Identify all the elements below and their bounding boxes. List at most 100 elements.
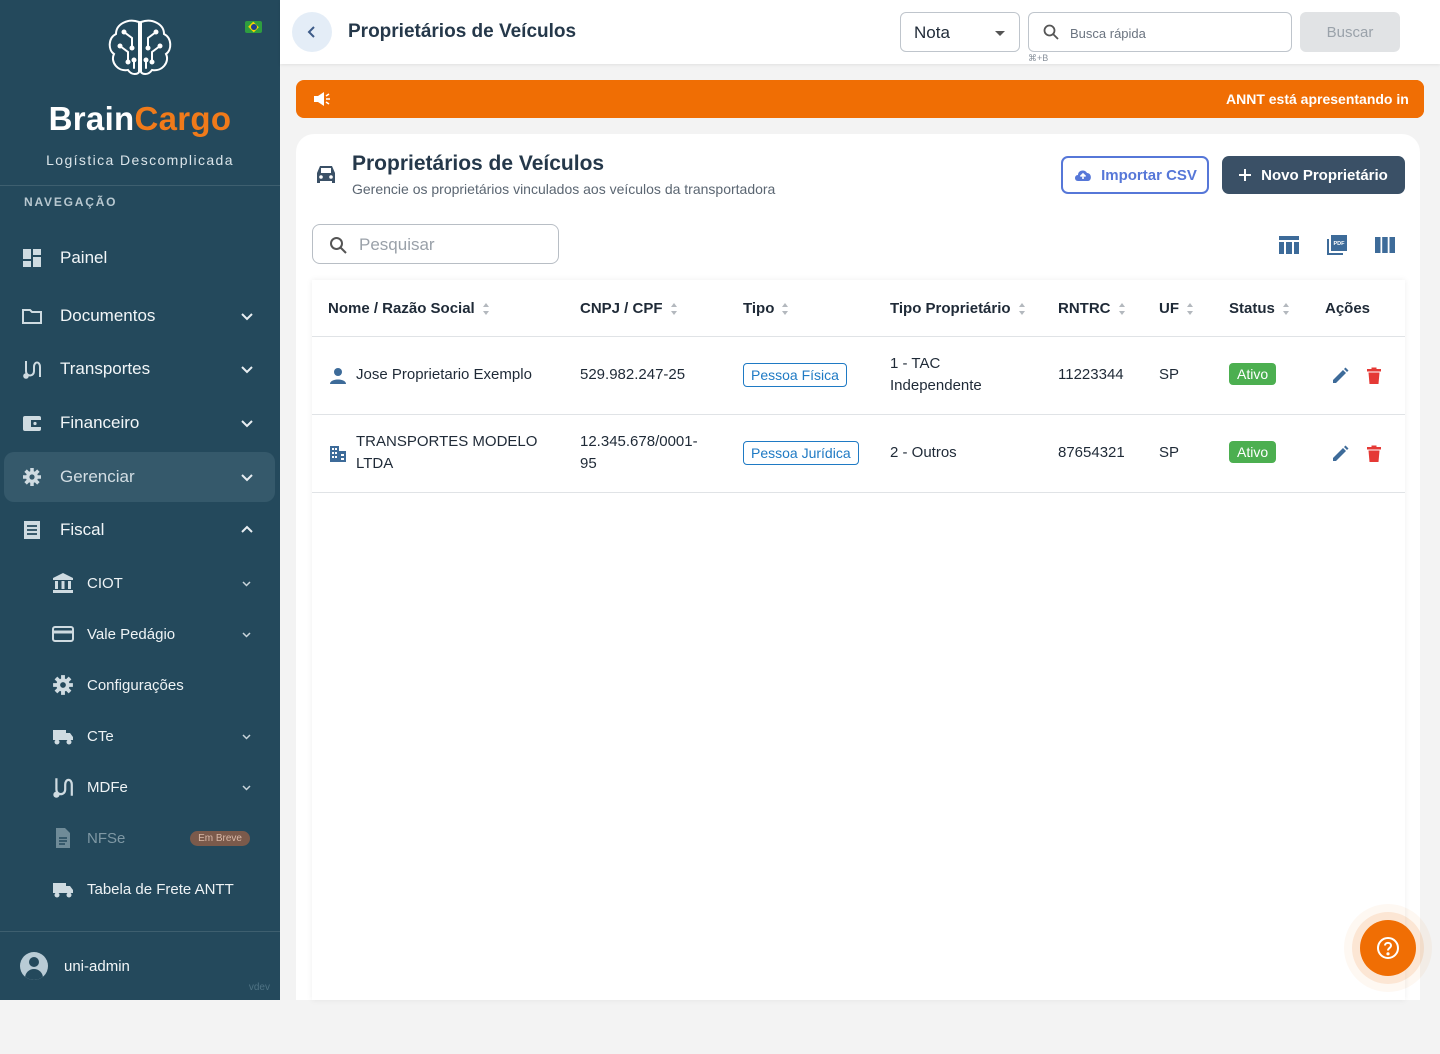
announcement-text: ANNT está apresentando instabilidade (1226, 91, 1424, 107)
chevron-down-icon (241, 474, 253, 482)
nav-item-fiscal[interactable]: Fiscal (4, 505, 275, 555)
sub-label: Vale Pedágio (87, 625, 176, 643)
nav-label: Gerenciar (60, 467, 135, 486)
table-row[interactable]: Jose Proprietario Exemplo 529.982.247-25… (312, 337, 1405, 415)
column-header-tipo[interactable]: Tipo (743, 300, 789, 317)
receipt-icon (24, 521, 40, 539)
announcement-bar: ANNT está apresentando instabilidade (296, 80, 1424, 118)
help-button[interactable] (1360, 920, 1416, 976)
table-search-input[interactable]: Pesquisar (312, 224, 559, 264)
brazil-flag-icon[interactable] (245, 21, 262, 33)
svg-text:PDF: PDF (1334, 241, 1346, 247)
nav-label: Financeiro (60, 413, 140, 432)
new-owner-button[interactable]: Novo Proprietário (1222, 156, 1405, 194)
column-header-label: Nome / Razão Social (328, 300, 475, 317)
sidebar-item-mdfe[interactable]: MDFe (4, 767, 275, 807)
nav-label: Documentos (60, 306, 156, 325)
nav-section-label: NAVEGAÇÃO (24, 195, 118, 209)
folder-icon (22, 309, 42, 324)
table-view-icon[interactable] (1278, 234, 1300, 256)
edit-icon[interactable] (1331, 367, 1349, 385)
nav-item-gerenciar[interactable]: Gerenciar (4, 452, 275, 502)
chevron-down-icon (241, 366, 253, 374)
columns-icon[interactable] (1374, 234, 1396, 256)
back-button[interactable] (292, 12, 332, 52)
new-owner-label: Novo Proprietário (1261, 166, 1388, 184)
chevron-down-icon (242, 733, 251, 740)
owner-type-line-1: 1 - TAC (890, 355, 941, 372)
topbar: Proprietários de Veículos Nota Busca ráp… (280, 0, 1440, 64)
rntrc-value: 11223344 (1058, 366, 1124, 383)
app-version: vdev (248, 982, 270, 993)
chevron-left-icon (307, 26, 315, 38)
sub-label: MDFe (87, 778, 128, 796)
sub-label: CIOT (87, 574, 123, 592)
route-icon (23, 361, 41, 379)
person-type-chip: Pessoa Física (743, 363, 847, 387)
chevron-down-icon (241, 420, 253, 428)
column-header-label: Status (1229, 300, 1275, 317)
user-menu[interactable]: uni-admin vdev (0, 931, 280, 1000)
owner-type: 2 - Outros (890, 444, 957, 461)
user-name: uni-admin (64, 958, 130, 975)
chevron-down-icon (241, 313, 253, 321)
column-header-documento[interactable]: CNPJ / CPF (580, 300, 678, 317)
sidebar-item-cte[interactable]: CTe (4, 716, 275, 756)
nav-item-financeiro[interactable]: Financeiro (4, 398, 275, 448)
nav-label: Fiscal (60, 520, 105, 539)
owner-document: 529.982.247-25 (580, 366, 686, 383)
edit-icon[interactable] (1331, 445, 1349, 463)
import-csv-button[interactable]: Importar CSV (1061, 156, 1209, 194)
sidebar-item-ciot[interactable]: CIOT (4, 563, 275, 603)
sort-icon (1187, 302, 1194, 315)
brand-tagline: Logística Descomplicada (46, 152, 234, 168)
owner-type-line-2: Independente (890, 377, 982, 394)
sort-icon (1118, 302, 1126, 315)
pdf-export-icon[interactable]: PDF (1326, 234, 1348, 256)
column-header-rntrc[interactable]: RNTRC (1058, 300, 1126, 317)
search-button[interactable]: Buscar (1300, 12, 1400, 52)
quick-search-input[interactable]: Busca rápida (1028, 12, 1292, 52)
column-header-nome[interactable]: Nome / Razão Social (328, 300, 490, 317)
owner-name-line-2: LTDA (356, 455, 394, 472)
search-icon (330, 237, 347, 254)
sidebar-item-tabela-frete[interactable]: Tabela de Frete ANTT (4, 869, 275, 909)
coming-soon-badge: Em Breve (190, 830, 250, 846)
chevron-down-icon (242, 580, 251, 587)
nav-label: Painel (60, 248, 108, 267)
nav-item-painel[interactable]: Painel (4, 233, 275, 283)
column-header-uf[interactable]: UF (1159, 300, 1194, 317)
search-type-select[interactable]: Nota (900, 12, 1020, 52)
table-row[interactable]: TRANSPORTES MODELO LTDA 12.345.678/0001-… (312, 415, 1405, 493)
column-header-label: Tipo Proprietário (890, 300, 1011, 317)
sidebar-item-vale-pedagio[interactable]: Vale Pedágio (4, 614, 275, 654)
dashboard-icon (23, 249, 41, 267)
delete-icon[interactable] (1365, 367, 1383, 385)
owner-name-line-1: TRANSPORTES MODELO (356, 433, 538, 450)
nav-item-documentos[interactable]: Documentos (4, 291, 275, 341)
cloud-upload-icon (1075, 170, 1091, 181)
delete-icon[interactable] (1365, 445, 1383, 463)
nav-label: Transportes (60, 359, 151, 378)
gear-icon (23, 468, 41, 486)
chevron-down-icon (242, 784, 251, 791)
plus-icon (1239, 169, 1252, 181)
table-header: Nome / Razão Social CNPJ / CPF Tipo Tipo… (312, 280, 1405, 337)
sidebar-item-configuracoes[interactable]: Configurações (4, 665, 275, 705)
nav-item-transportes[interactable]: Transportes (4, 344, 275, 394)
sidebar: BrainCargo Logística Descomplicada NAVEG… (0, 0, 280, 1000)
wallet-icon (23, 416, 41, 431)
sub-label: Configurações (87, 676, 184, 694)
column-header-label: Tipo (743, 300, 775, 317)
truck-icon (53, 730, 73, 745)
column-header-tipo-proprietario[interactable]: Tipo Proprietário (890, 300, 1026, 317)
person-icon (330, 368, 346, 384)
sidebar-item-nfse: NFSe Em Breve (4, 818, 275, 858)
announcement-fade (1408, 80, 1424, 118)
megaphone-icon (314, 92, 330, 106)
caret-down-icon (995, 31, 1005, 36)
column-header-status[interactable]: Status (1229, 300, 1290, 317)
owner-document-line-1: 12.345.678/0001- (580, 433, 698, 450)
uf-value: SP (1159, 366, 1180, 383)
person-type-chip: Pessoa Jurídica (743, 441, 859, 465)
